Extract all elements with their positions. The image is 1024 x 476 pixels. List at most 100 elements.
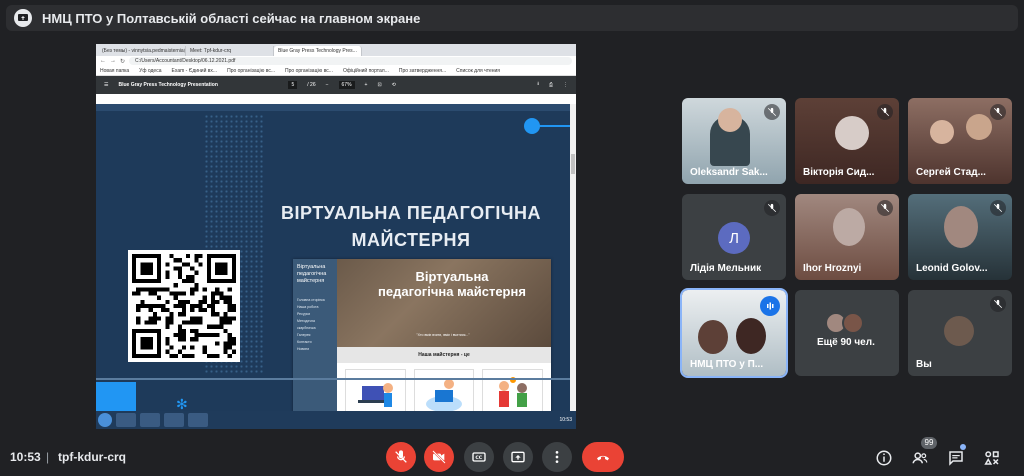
bookmark[interactable]: Новая папка: [100, 68, 129, 74]
site-hero: Віртуальна педагогічна майстерня "Хто вм…: [337, 259, 551, 347]
mic-toggle-button[interactable]: [386, 442, 416, 472]
site-illustrations: [337, 367, 551, 411]
participant-face: [930, 120, 954, 144]
more-vert-icon: [555, 451, 559, 463]
zoom-input[interactable]: 67%: [338, 81, 355, 89]
self-avatar: [944, 316, 974, 346]
taskbar-app[interactable]: [188, 413, 208, 427]
participant-tile[interactable]: Leonid Golov...: [908, 194, 1012, 280]
bookmark[interactable]: Про організацію вс...: [227, 68, 275, 74]
participant-avatar: Л: [718, 222, 750, 254]
site-nav-item: Методична скарбничка: [297, 319, 316, 330]
menu-icon[interactable]: ☰: [104, 82, 108, 88]
participant-face: [698, 320, 728, 354]
mic-off-icon: [764, 104, 780, 120]
pdf-toolbar: ☰ Blue Gray Press Technology Presentatio…: [96, 76, 576, 94]
mini-avatar: [842, 312, 864, 334]
captions-button[interactable]: CC: [464, 442, 494, 472]
page-count: / 26: [307, 82, 316, 88]
participant-face: [718, 108, 742, 132]
decor-block: [96, 382, 136, 411]
hang-up-icon: [597, 455, 609, 461]
windows-taskbar: 10:53: [96, 411, 576, 429]
activities-button[interactable]: [982, 448, 1002, 468]
url-field[interactable]: C:/Users/Accountant/Desktop/06.12.2021.p…: [129, 57, 572, 65]
browser-tab-active[interactable]: Blue Gray Press Technology Pres...: [274, 46, 362, 56]
meet-window: НМЦ ПТО у Полтавській області сейчас на …: [0, 0, 1024, 476]
participant-name: Leonid Golov...: [916, 263, 988, 274]
participant-name: Сергей Стад...: [916, 167, 986, 178]
site-hero-title: Віртуальна педагогічна майстерня: [378, 269, 526, 299]
participant-name: Вы: [916, 359, 932, 370]
mic-off-icon: [990, 200, 1006, 216]
participant-face: [833, 208, 865, 246]
download-icon[interactable]: ⭳: [537, 81, 539, 89]
zoom-out-icon[interactable]: −: [326, 82, 329, 88]
captions-icon: CC: [472, 452, 486, 462]
zoom-in-icon[interactable]: +: [365, 82, 368, 88]
decor-gear-icon: ✻: [176, 396, 188, 411]
participant-tile[interactable]: Л Лідія Мельник: [682, 194, 786, 280]
address-bar: ← → ↻ C:/Users/Accountant/Desktop/06.12.…: [96, 56, 576, 66]
browser-tab[interactable]: (Без темы) - vinnytsia.pedmaisternia@...: [98, 46, 186, 56]
browser-tab[interactable]: Meet: Tpf-kdur-crq: [186, 46, 274, 56]
pdf-scrollbar[interactable]: [570, 104, 576, 411]
participant-tile[interactable]: Ihor Hroznyi: [795, 194, 899, 280]
site-section-title: Наша майстерня - це: [337, 347, 551, 363]
bookmark[interactable]: Про затвердження...: [399, 68, 446, 74]
participant-name: Вікторія Сид...: [803, 167, 875, 178]
bookmark[interactable]: Exam - Єдиний вх...: [172, 68, 218, 74]
mic-off-icon: [764, 200, 780, 216]
bookmark[interactable]: Про організацію вс...: [285, 68, 333, 74]
more-options-button[interactable]: [542, 442, 572, 472]
reload-icon[interactable]: ↻: [120, 58, 125, 65]
taskbar-app[interactable]: [116, 413, 136, 427]
camera-off-icon: [432, 450, 446, 464]
chat-button[interactable]: [946, 448, 966, 468]
more-participants-tile[interactable]: Ещё 90 чел.: [795, 290, 899, 376]
site-nav-item: Новини: [297, 347, 310, 351]
svg-text:CC: CC: [475, 455, 482, 461]
start-button[interactable]: [98, 413, 112, 427]
browser-tabstrip: (Без темы) - vinnytsia.pedmaisternia@...…: [96, 44, 576, 56]
rotate-icon[interactable]: ⟲: [392, 82, 396, 88]
slide-bottom-line: [96, 378, 570, 380]
illustration-laptop: [345, 369, 406, 411]
people-button[interactable]: [910, 448, 930, 468]
taskbar-app[interactable]: [140, 413, 160, 427]
participant-tile-speaking[interactable]: НМЦ ПТО у П...: [680, 288, 788, 378]
print-icon[interactable]: ⎙: [549, 82, 553, 88]
present-now-button[interactable]: [503, 442, 533, 472]
qr-code: [128, 250, 240, 362]
meeting-details-button[interactable]: [874, 448, 894, 468]
camera-toggle-button[interactable]: [424, 442, 454, 472]
bookmark[interactable]: Офіційний портал...: [343, 68, 389, 74]
taskbar-app[interactable]: [164, 413, 184, 427]
site-nav-item: Ресурси: [297, 312, 311, 316]
bookmark[interactable]: Уф одеса: [139, 68, 161, 74]
more-participants-label: Ещё 90 чел.: [817, 337, 875, 348]
site-sidebar-title: Віртуальна педагогічна майстерня: [297, 264, 327, 284]
more-icon[interactable]: ⋮: [563, 82, 568, 88]
bookmark[interactable]: Список для чтения: [456, 68, 500, 74]
people-icon: [912, 452, 928, 464]
meeting-controls-bar: 10:53 | tpf-kdur-crq CC: [0, 438, 1024, 476]
site-nav-item: Наша робота: [297, 305, 319, 309]
fit-icon[interactable]: ⊡: [377, 82, 381, 88]
scrollbar-thumb[interactable]: [571, 154, 575, 174]
participant-tile[interactable]: Вікторія Сид...: [795, 98, 899, 184]
pdf-page: ВІРТУАЛЬНА ПЕДАГОГІЧНА МАЙСТЕРНЯ Віртуал…: [96, 104, 570, 411]
mic-off-icon: [877, 200, 893, 216]
bookmarks-bar: Новая папка Уф одеса Exam - Єдиний вх...…: [96, 66, 576, 76]
participant-tile[interactable]: Oleksandr Sak...: [682, 98, 786, 184]
participant-tile[interactable]: Сергей Стад...: [908, 98, 1012, 184]
participant-face: [736, 318, 766, 354]
taskbar-clock: 10:53: [559, 417, 572, 423]
self-tile[interactable]: Вы: [908, 290, 1012, 376]
page-input[interactable]: 5: [288, 81, 298, 89]
leave-call-button[interactable]: [582, 442, 624, 472]
participant-name: Ihor Hroznyi: [803, 263, 862, 274]
back-icon[interactable]: ←: [100, 58, 106, 64]
forward-icon[interactable]: →: [110, 58, 116, 64]
mic-off-icon: [877, 104, 893, 120]
